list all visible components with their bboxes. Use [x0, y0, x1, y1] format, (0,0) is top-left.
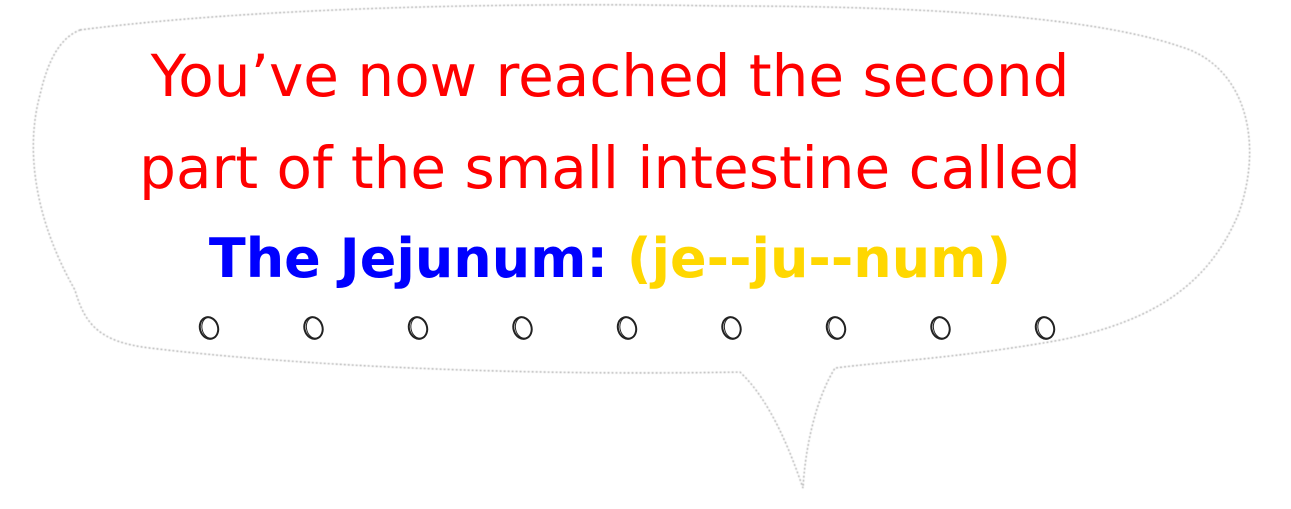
term-line: The Jejunum: (je--ju--num) [0, 214, 1220, 304]
dot-row [198, 316, 1056, 340]
circle-outline-icon [1034, 316, 1056, 340]
bubble-text: You’ve now reached the second part of th… [0, 30, 1220, 304]
intro-line-1: You’ve now reached the second [150, 42, 1070, 110]
circle-outline-icon [407, 316, 429, 340]
circle-outline-icon [303, 316, 324, 340]
pronunciation-label: (je--ju--num) [626, 227, 1012, 290]
circle-outline-icon [198, 316, 220, 340]
circle-outline-icon [825, 316, 847, 340]
circle-outline-icon [512, 316, 533, 340]
circle-outline-icon [721, 316, 742, 340]
circle-outline-icon [616, 316, 638, 340]
intro-line-2: part of the small intestine called [139, 134, 1081, 202]
circle-outline-icon [930, 316, 951, 340]
term-label: The Jejunum: [208, 227, 609, 290]
